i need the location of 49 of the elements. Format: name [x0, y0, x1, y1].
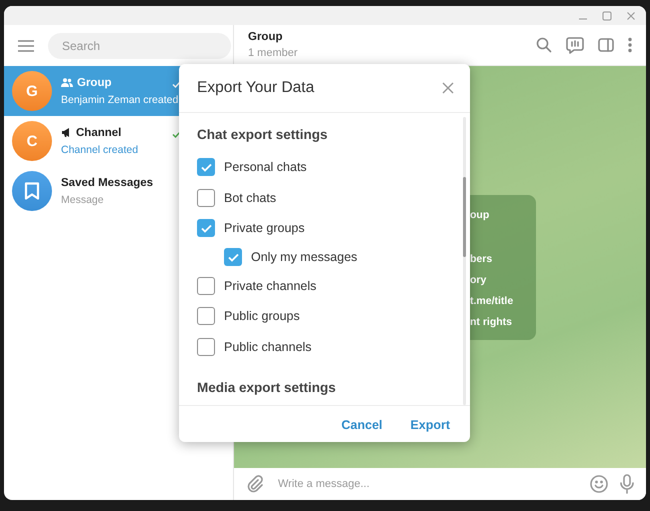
avatar-letter: C: [26, 132, 38, 150]
checkbox[interactable]: [197, 307, 215, 326]
service-text: t.me/title: [470, 294, 514, 309]
chat-bubble-icon[interactable]: [566, 36, 584, 54]
service-text: bers: [470, 252, 494, 267]
close-icon[interactable]: [626, 10, 636, 20]
member-count: 1 member: [248, 47, 298, 59]
more-icon[interactable]: [628, 37, 632, 53]
menu-icon[interactable]: [18, 40, 34, 52]
checkmark-icon: [200, 224, 212, 233]
checkbox[interactable]: [197, 276, 215, 295]
people-icon: [61, 78, 73, 87]
chat-title: Group: [248, 31, 284, 43]
avatar-letter: G: [26, 82, 38, 100]
chat-name: Channel: [76, 126, 122, 138]
sidebar-icon[interactable]: [598, 38, 614, 52]
chat-name: Group: [77, 76, 112, 88]
option-label: Public groups: [224, 309, 300, 324]
checkbox[interactable]: [197, 158, 215, 176]
checkbox[interactable]: [197, 188, 215, 207]
checkbox[interactable]: [197, 338, 215, 356]
checkbox[interactable]: [224, 248, 242, 266]
message-preview: Message: [61, 194, 104, 206]
message-preview: Benjamin Zeman created: [61, 94, 178, 106]
section-heading: Media export settings: [197, 380, 337, 395]
service-text: oup: [470, 208, 490, 223]
paperclip-icon[interactable]: [246, 475, 264, 493]
microphone-icon[interactable]: [620, 474, 634, 494]
option-label: Public channels: [224, 340, 312, 354]
option-label: Only my messages: [251, 250, 358, 264]
dialog-button[interactable]: Cancel: [331, 412, 392, 438]
search-icon[interactable]: [536, 37, 552, 53]
message-preview: Channel created: [61, 144, 138, 156]
bookmark-icon: [24, 182, 40, 200]
search-field[interactable]: Search: [48, 32, 231, 58]
checkmark-icon: [228, 252, 238, 262]
scrollbar[interactable]: [463, 117, 466, 405]
megaphone-icon: [61, 128, 72, 137]
service-text: ory: [470, 273, 488, 288]
service-text: nt rights: [470, 315, 513, 330]
option-label: Private channels: [224, 278, 316, 293]
checkmark-icon: [200, 162, 212, 172]
close-icon[interactable]: [442, 82, 454, 94]
checkbox[interactable]: [197, 219, 215, 238]
maximize-icon[interactable]: [602, 10, 612, 20]
smiley-icon[interactable]: [590, 475, 608, 493]
dialog-button[interactable]: Export: [400, 412, 460, 438]
option-label: Private groups: [224, 221, 305, 236]
chat-name: Saved Messages: [61, 176, 154, 188]
